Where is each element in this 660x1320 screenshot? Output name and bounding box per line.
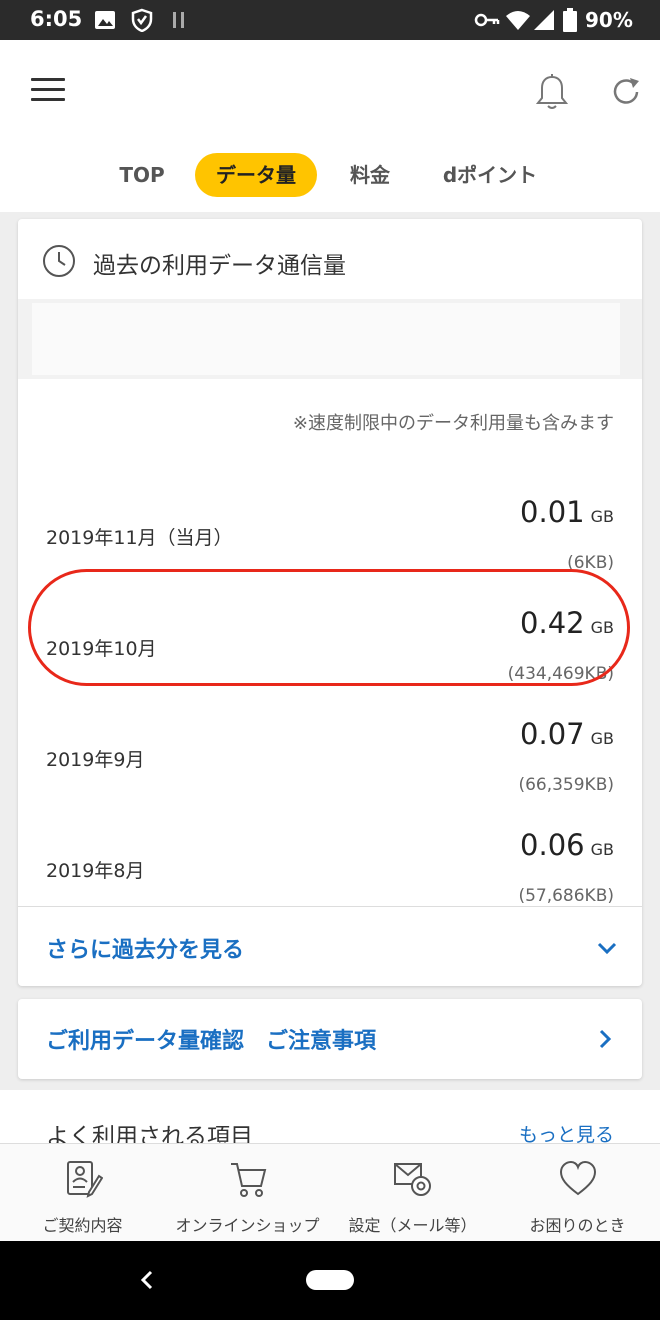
history-title: 過去の利用データ通信量 <box>93 253 346 279</box>
mail-settings-icon <box>393 1163 431 1196</box>
divider <box>18 906 642 907</box>
usage-month: 2019年11月（当月） <box>46 527 233 549</box>
nav-contract[interactable]: ご契約内容 <box>0 1144 165 1242</box>
bell-icon[interactable] <box>534 72 570 112</box>
chevron-down-icon[interactable] <box>596 937 618 959</box>
status-bar: 6:05 90% <box>0 0 660 40</box>
signal-bars-icon <box>173 12 184 28</box>
image-icon <box>95 11 115 29</box>
usage-value: 0.06 GB <box>520 828 614 862</box>
usage-kb: (66,359KB) <box>518 775 614 795</box>
app-header: TOP データ量 料金 dポイント <box>0 40 660 212</box>
data-history-card: 過去の利用データ通信量 ※速度制限中のデータ利用量も含みます 2019年11月（… <box>18 219 642 986</box>
chevron-right-icon[interactable] <box>594 1027 616 1051</box>
battery-icon <box>563 8 577 32</box>
notice-card[interactable]: ご利用データ量確認 ご注意事項 <box>18 999 642 1079</box>
home-pill[interactable] <box>306 1270 354 1290</box>
nav-online-shop[interactable]: オンラインショップ <box>165 1144 330 1242</box>
heart-icon <box>559 1160 596 1196</box>
cell-signal-icon <box>534 10 554 30</box>
highlight-annotation <box>28 569 630 686</box>
frequent-section: よく利用される項目 もっと見る <box>0 1090 660 1150</box>
system-nav-bar <box>0 1241 660 1320</box>
usage-row: 2019年9月 0.07 GB (66,359KB) <box>18 697 642 807</box>
usage-value: 0.01 GB <box>520 495 614 529</box>
back-icon[interactable] <box>138 1269 156 1291</box>
chart-placeholder <box>18 299 642 379</box>
bottom-nav: ご契約内容 オンラインショップ 設定（メール等） お困りのとき <box>0 1143 660 1242</box>
status-time: 6:05 <box>30 7 83 31</box>
usage-notice-link[interactable]: ご利用データ量確認 ご注意事項 <box>46 1023 376 1055</box>
tab-d-point[interactable]: dポイント <box>425 153 555 197</box>
usage-month: 2019年9月 <box>46 749 145 771</box>
refresh-icon[interactable] <box>608 72 644 112</box>
show-more-history-link[interactable]: さらに過去分を見る <box>46 932 244 964</box>
nav-label: 設定（メール等） <box>348 1216 477 1235</box>
usage-row: 2019年8月 0.06 GB (57,686KB) <box>18 808 642 918</box>
battery-level: 90% <box>585 8 633 32</box>
usage-kb: (57,686KB) <box>518 886 614 906</box>
nav-label: お困りのとき <box>529 1216 626 1235</box>
speed-limit-note: ※速度制限中のデータ利用量も含みます <box>292 413 614 434</box>
cart-icon <box>230 1163 266 1197</box>
contract-icon <box>66 1161 103 1198</box>
tab-fee[interactable]: 料金 <box>338 153 402 197</box>
menu-icon[interactable] <box>31 78 65 104</box>
usage-month: 2019年8月 <box>46 860 145 882</box>
nav-label: ご契約内容 <box>42 1216 123 1235</box>
usage-value: 0.07 GB <box>520 717 614 751</box>
vpn-key-icon <box>474 13 500 27</box>
nav-help[interactable]: お困りのとき <box>495 1144 660 1242</box>
nav-label: オンラインショップ <box>175 1216 320 1235</box>
shield-icon <box>131 8 153 32</box>
tab-data-usage[interactable]: データ量 <box>195 153 317 197</box>
nav-settings[interactable]: 設定（メール等） <box>330 1144 495 1242</box>
wifi-icon <box>506 11 530 30</box>
tab-top[interactable]: TOP <box>110 153 174 197</box>
clock-icon <box>43 245 75 277</box>
